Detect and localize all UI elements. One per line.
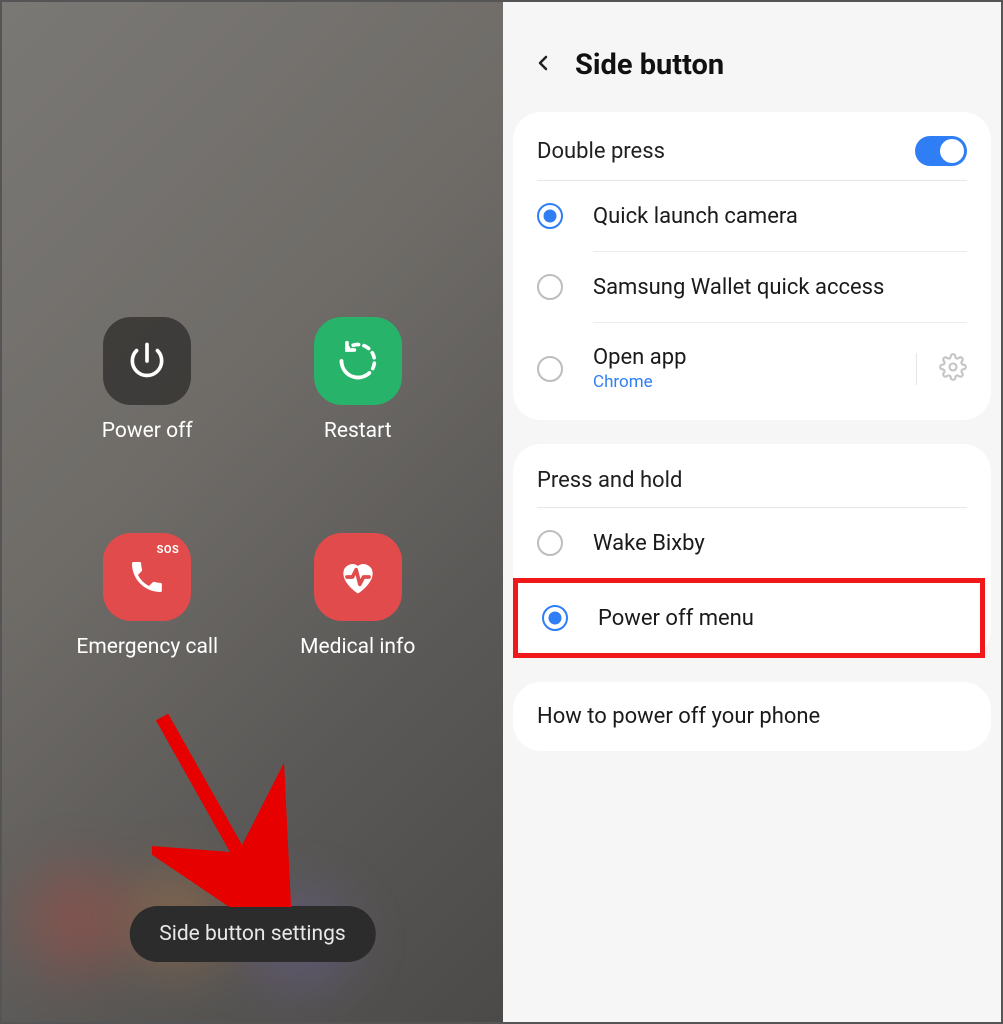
power-menu-panel: Power off Restart SOS Emergency call Med…: [2, 2, 503, 1022]
option-label: Power off menu: [598, 606, 956, 631]
how-to-power-off-link[interactable]: How to power off your phone: [513, 682, 991, 751]
radio-unselected-icon: [537, 356, 563, 382]
phone-sos-icon: SOS: [103, 533, 191, 621]
highlight-annotation: Power off menu: [513, 578, 985, 658]
quick-launch-camera-option[interactable]: Quick launch camera: [513, 181, 991, 251]
settings-header: Side button: [503, 2, 1001, 112]
option-label: Open app: [593, 345, 886, 370]
option-label: Quick launch camera: [593, 204, 967, 229]
emergency-call-option[interactable]: SOS Emergency call: [76, 533, 218, 659]
radio-unselected-icon: [537, 530, 563, 556]
open-app-option[interactable]: Open app Chrome: [513, 323, 991, 414]
back-icon: [531, 51, 555, 75]
option-label: Samsung Wallet quick access: [593, 275, 967, 300]
press-hold-section: Press and hold Wake Bixby Power off menu: [513, 444, 991, 658]
back-button[interactable]: [531, 51, 555, 79]
restart-icon: [314, 317, 402, 405]
settings-panel: Side button Double press Quick launch ca…: [503, 2, 1001, 1022]
how-to-label: How to power off your phone: [537, 704, 820, 729]
side-button-settings-label: Side button settings: [159, 922, 346, 946]
open-app-settings-button[interactable]: [916, 353, 967, 385]
option-sublabel: Chrome: [593, 372, 886, 392]
radio-selected-icon: [542, 605, 568, 631]
restart-label: Restart: [324, 419, 392, 443]
power-icon: [103, 317, 191, 405]
heart-pulse-icon: [314, 533, 402, 621]
medical-info-option[interactable]: Medical info: [300, 533, 415, 659]
double-press-section: Double press Quick launch camera Samsung…: [513, 112, 991, 420]
emergency-call-label: Emergency call: [76, 635, 218, 659]
radio-selected-icon: [537, 203, 563, 229]
option-label: Wake Bixby: [593, 531, 967, 556]
gear-icon: [939, 353, 967, 381]
double-press-header: Double press: [513, 118, 991, 180]
radio-unselected-icon: [537, 274, 563, 300]
annotation-arrow: [152, 707, 292, 907]
press-hold-label: Press and hold: [537, 468, 682, 493]
medical-info-label: Medical info: [300, 635, 415, 659]
samsung-wallet-option[interactable]: Samsung Wallet quick access: [513, 252, 991, 322]
sos-badge: SOS: [157, 543, 180, 556]
double-press-toggle[interactable]: [915, 136, 967, 166]
press-hold-header: Press and hold: [513, 450, 991, 507]
page-title: Side button: [575, 48, 724, 82]
power-options-grid: Power off Restart SOS Emergency call Med…: [2, 317, 503, 659]
side-button-settings-button[interactable]: Side button settings: [129, 906, 376, 962]
power-off-label: Power off: [102, 419, 193, 443]
wake-bixby-option[interactable]: Wake Bixby: [513, 508, 991, 578]
power-off-option[interactable]: Power off: [102, 317, 193, 443]
restart-option[interactable]: Restart: [314, 317, 402, 443]
power-off-menu-option[interactable]: Power off menu: [518, 583, 980, 653]
double-press-label: Double press: [537, 139, 665, 164]
